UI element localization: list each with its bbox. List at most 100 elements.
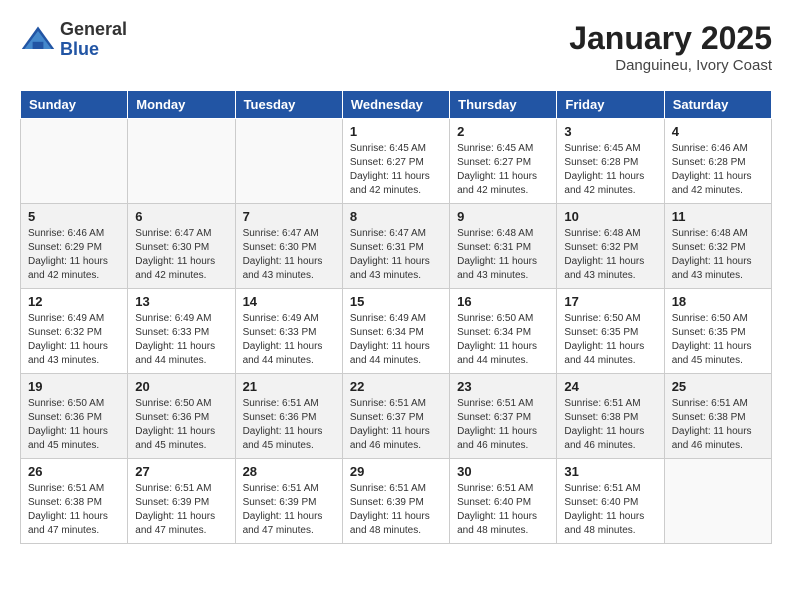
day-number: 3 <box>564 124 656 139</box>
calendar-cell: 14 Sunrise: 6:49 AM Sunset: 6:33 PM Dayli… <box>235 289 342 374</box>
calendar-cell: 21 Sunrise: 6:51 AM Sunset: 6:36 PM Dayli… <box>235 374 342 459</box>
day-number: 13 <box>135 294 227 309</box>
calendar-cell: 17Sunrise: 6:50 AM Sunset: 6:35 PM Dayli… <box>557 289 664 374</box>
day-info: Sunrise: 6:47 AM Sunset: 6:31 PM Dayligh… <box>350 227 442 283</box>
calendar-week-1: 1 Sunrise: 6:45 AM Sunset: 6:27 PM Daylig… <box>21 119 772 204</box>
day-number: 4 <box>672 124 764 139</box>
day-number: 24 <box>564 379 656 394</box>
calendar-cell: 25 Sunrise: 6:51 AM Sunset: 6:38 PM Dayli… <box>664 374 771 459</box>
calendar-cell <box>664 459 771 544</box>
calendar-cell: 27 Sunrise: 6:51 AM Sunset: 6:39 PM Dayli… <box>128 459 235 544</box>
day-info: Sunrise: 6:48 AM Sunset: 6:32 PM Dayligh… <box>564 227 656 283</box>
day-info: Sunrise: 6:51 AM Sunset: 6:38 PM Dayligh… <box>564 397 656 453</box>
weekday-header-thursday: Thursday <box>450 91 557 119</box>
day-number: 22 <box>350 379 442 394</box>
calendar-cell: 29Sunrise: 6:51 AM Sunset: 6:39 PM Dayli… <box>342 459 449 544</box>
calendar-cell: 12 Sunrise: 6:49 AM Sunset: 6:32 PM Dayli… <box>21 289 128 374</box>
day-info: Sunrise: 6:49 AM Sunset: 6:33 PM Dayligh… <box>243 312 335 368</box>
calendar-cell: 13Sunrise: 6:49 AM Sunset: 6:33 PM Dayli… <box>128 289 235 374</box>
day-number: 27 <box>135 464 227 479</box>
day-number: 6 <box>135 209 227 224</box>
calendar-cell: 23 Sunrise: 6:51 AM Sunset: 6:37 PM Dayli… <box>450 374 557 459</box>
calendar-cell: 2 Sunrise: 6:45 AM Sunset: 6:27 PM Daylig… <box>450 119 557 204</box>
calendar-cell: 20 Sunrise: 6:50 AM Sunset: 6:36 PM Dayli… <box>128 374 235 459</box>
day-number: 9 <box>457 209 549 224</box>
day-info: Sunrise: 6:51 AM Sunset: 6:37 PM Dayligh… <box>457 397 549 453</box>
day-info: Sunrise: 6:47 AM Sunset: 6:30 PM Dayligh… <box>135 227 227 283</box>
calendar-cell: 26 Sunrise: 6:51 AM Sunset: 6:38 PM Dayli… <box>21 459 128 544</box>
day-number: 31 <box>564 464 656 479</box>
day-info: Sunrise: 6:47 AM Sunset: 6:30 PM Dayligh… <box>243 227 335 283</box>
calendar-cell: 9 Sunrise: 6:48 AM Sunset: 6:31 PM Daylig… <box>450 204 557 289</box>
day-info: Sunrise: 6:49 AM Sunset: 6:32 PM Dayligh… <box>28 312 120 368</box>
day-info: Sunrise: 6:48 AM Sunset: 6:32 PM Dayligh… <box>672 227 764 283</box>
day-number: 2 <box>457 124 549 139</box>
day-info: Sunrise: 6:45 AM Sunset: 6:27 PM Dayligh… <box>350 142 442 198</box>
day-info: Sunrise: 6:50 AM Sunset: 6:35 PM Dayligh… <box>672 312 764 368</box>
calendar-cell: 10 Sunrise: 6:48 AM Sunset: 6:32 PM Dayli… <box>557 204 664 289</box>
page-header: General Blue January 2025 Danguineu, Ivo… <box>20 20 772 74</box>
day-number: 18 <box>672 294 764 309</box>
logo-general-text: General <box>60 20 127 40</box>
calendar-week-5: 26 Sunrise: 6:51 AM Sunset: 6:38 PM Dayli… <box>21 459 772 544</box>
calendar-cell: 11 Sunrise: 6:48 AM Sunset: 6:32 PM Dayli… <box>664 204 771 289</box>
calendar: SundayMondayTuesdayWednesdayThursdayFrid… <box>20 90 772 544</box>
calendar-cell <box>235 119 342 204</box>
day-info: Sunrise: 6:50 AM Sunset: 6:35 PM Dayligh… <box>564 312 656 368</box>
logo-icon <box>20 22 56 58</box>
calendar-cell: 22Sunrise: 6:51 AM Sunset: 6:37 PM Dayli… <box>342 374 449 459</box>
logo-text: General Blue <box>60 20 127 60</box>
weekday-header-sunday: Sunday <box>21 91 128 119</box>
day-number: 21 <box>243 379 335 394</box>
calendar-cell: 1 Sunrise: 6:45 AM Sunset: 6:27 PM Daylig… <box>342 119 449 204</box>
day-number: 12 <box>28 294 120 309</box>
day-info: Sunrise: 6:50 AM Sunset: 6:36 PM Dayligh… <box>28 397 120 453</box>
day-info: Sunrise: 6:50 AM Sunset: 6:36 PM Dayligh… <box>135 397 227 453</box>
calendar-cell <box>21 119 128 204</box>
day-number: 16 <box>457 294 549 309</box>
calendar-cell: 8Sunrise: 6:47 AM Sunset: 6:31 PM Daylig… <box>342 204 449 289</box>
day-number: 14 <box>243 294 335 309</box>
calendar-cell: 4Sunrise: 6:46 AM Sunset: 6:28 PM Daylig… <box>664 119 771 204</box>
day-number: 26 <box>28 464 120 479</box>
weekday-header-row: SundayMondayTuesdayWednesdayThursdayFrid… <box>21 91 772 119</box>
day-info: Sunrise: 6:51 AM Sunset: 6:39 PM Dayligh… <box>243 482 335 538</box>
day-info: Sunrise: 6:51 AM Sunset: 6:39 PM Dayligh… <box>135 482 227 538</box>
logo-blue-text: Blue <box>60 40 127 60</box>
weekday-header-wednesday: Wednesday <box>342 91 449 119</box>
calendar-week-3: 12 Sunrise: 6:49 AM Sunset: 6:32 PM Dayli… <box>21 289 772 374</box>
day-number: 5 <box>28 209 120 224</box>
day-info: Sunrise: 6:51 AM Sunset: 6:38 PM Dayligh… <box>28 482 120 538</box>
calendar-cell: 3 Sunrise: 6:45 AM Sunset: 6:28 PM Daylig… <box>557 119 664 204</box>
day-info: Sunrise: 6:46 AM Sunset: 6:29 PM Dayligh… <box>28 227 120 283</box>
day-number: 28 <box>243 464 335 479</box>
logo: General Blue <box>20 20 127 60</box>
day-info: Sunrise: 6:48 AM Sunset: 6:31 PM Dayligh… <box>457 227 549 283</box>
day-info: Sunrise: 6:51 AM Sunset: 6:36 PM Dayligh… <box>243 397 335 453</box>
title-block: January 2025 Danguineu, Ivory Coast <box>569 20 772 74</box>
weekday-header-tuesday: Tuesday <box>235 91 342 119</box>
day-number: 7 <box>243 209 335 224</box>
day-info: Sunrise: 6:51 AM Sunset: 6:40 PM Dayligh… <box>564 482 656 538</box>
day-number: 11 <box>672 209 764 224</box>
weekday-header-saturday: Saturday <box>664 91 771 119</box>
day-number: 1 <box>350 124 442 139</box>
day-number: 23 <box>457 379 549 394</box>
calendar-cell: 6 Sunrise: 6:47 AM Sunset: 6:30 PM Daylig… <box>128 204 235 289</box>
day-number: 20 <box>135 379 227 394</box>
day-info: Sunrise: 6:51 AM Sunset: 6:39 PM Dayligh… <box>350 482 442 538</box>
day-number: 25 <box>672 379 764 394</box>
calendar-cell <box>128 119 235 204</box>
day-info: Sunrise: 6:50 AM Sunset: 6:34 PM Dayligh… <box>457 312 549 368</box>
day-info: Sunrise: 6:51 AM Sunset: 6:38 PM Dayligh… <box>672 397 764 453</box>
month-title: January 2025 <box>569 20 772 57</box>
calendar-week-2: 5 Sunrise: 6:46 AM Sunset: 6:29 PM Daylig… <box>21 204 772 289</box>
day-number: 10 <box>564 209 656 224</box>
day-info: Sunrise: 6:49 AM Sunset: 6:34 PM Dayligh… <box>350 312 442 368</box>
calendar-week-4: 19 Sunrise: 6:50 AM Sunset: 6:36 PM Dayli… <box>21 374 772 459</box>
day-info: Sunrise: 6:45 AM Sunset: 6:27 PM Dayligh… <box>457 142 549 198</box>
weekday-header-monday: Monday <box>128 91 235 119</box>
calendar-cell: 15Sunrise: 6:49 AM Sunset: 6:34 PM Dayli… <box>342 289 449 374</box>
day-number: 19 <box>28 379 120 394</box>
day-info: Sunrise: 6:45 AM Sunset: 6:28 PM Dayligh… <box>564 142 656 198</box>
